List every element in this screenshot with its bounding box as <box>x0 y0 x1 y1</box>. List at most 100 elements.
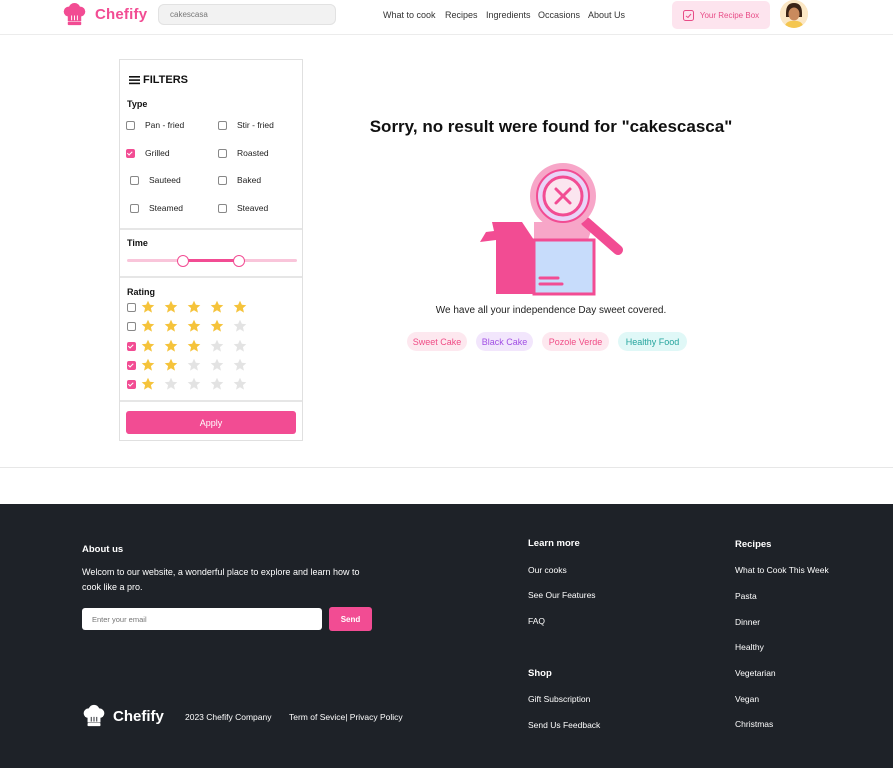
type-option-roasted[interactable]: Roasted <box>218 148 269 158</box>
type-option-steaved[interactable]: Steaved <box>218 203 268 213</box>
star-filled-icon <box>187 319 201 332</box>
type-option-baked[interactable]: Baked <box>218 175 261 185</box>
type-option-label: Roasted <box>237 148 269 158</box>
apply-button[interactable]: Apply <box>126 411 296 434</box>
terms-privacy-link[interactable]: Term of Sevice| Privacy Policy <box>289 712 403 722</box>
star-filled-icon <box>141 339 155 352</box>
site-footer: About us Welcom to our website, a wonder… <box>0 504 893 768</box>
tag-pozole-verde[interactable]: Pozole Verde <box>542 332 609 351</box>
footer-link-healthy[interactable]: Healthy <box>735 642 764 652</box>
star-empty-icon <box>233 339 247 352</box>
rating-checkbox[interactable] <box>127 360 136 370</box>
type-option-grilled[interactable]: Grilled <box>126 148 170 158</box>
star-empty-icon <box>233 319 247 332</box>
star-empty-icon <box>233 358 247 371</box>
time-range-slider[interactable] <box>127 255 297 267</box>
type-checkbox[interactable] <box>130 175 139 185</box>
send-button[interactable]: Send <box>329 607 372 631</box>
type-checkbox[interactable] <box>218 148 227 158</box>
footer-link-vegan[interactable]: Vegan <box>735 694 759 704</box>
copyright-text: 2023 Chefify Company <box>185 712 272 722</box>
rating-option-3-stars[interactable] <box>127 339 256 353</box>
rating-option-5-stars[interactable] <box>127 300 256 314</box>
section-divider <box>120 228 302 230</box>
empty-box-magnifier-illustration <box>480 163 623 296</box>
brand-logo[interactable]: Chefify <box>62 2 147 27</box>
tag-sweet-cake[interactable]: Sweet Cake <box>407 332 467 351</box>
tag-black-cake[interactable]: Black Cake <box>476 332 533 351</box>
type-option-label: Sauteed <box>149 175 181 185</box>
star-empty-icon <box>210 377 224 390</box>
star-filled-icon <box>141 319 155 332</box>
type-option-label: Steaved <box>237 203 269 213</box>
recipe-box-label: Your Recipe Box <box>699 10 760 20</box>
rating-checkbox[interactable] <box>127 321 136 331</box>
slider-max-handle[interactable] <box>233 255 245 267</box>
rating-checkbox[interactable] <box>127 379 136 389</box>
type-checkbox[interactable] <box>218 175 227 185</box>
brand-name: Chefify <box>95 6 148 23</box>
footer-link-vegetarian[interactable]: Vegetarian <box>735 668 776 678</box>
footer-link-our-cooks[interactable]: Our cooks <box>528 565 567 575</box>
rating-option-4-stars[interactable] <box>127 319 256 333</box>
rating-checkbox[interactable] <box>127 341 136 351</box>
footer-link-faq[interactable]: FAQ <box>528 616 545 626</box>
type-checkbox[interactable] <box>126 148 135 158</box>
footer-link-what-to-cook[interactable]: What to Cook This Week <box>735 565 829 575</box>
nav-occasions[interactable]: Occasions <box>538 10 580 20</box>
nav-recipes[interactable]: Recipes <box>445 10 478 20</box>
nav-what-to-cook[interactable]: What to cook <box>383 10 436 20</box>
about-us-text-line-2: cook like a pro. <box>82 582 143 592</box>
filters-panel: FILTERS Type Pan - fried Stir - fried Gr… <box>119 59 303 441</box>
user-avatar-image <box>780 0 808 28</box>
type-option-pan-fried[interactable]: Pan - fried <box>126 120 184 130</box>
star-filled-icon <box>210 300 224 313</box>
star-filled-icon <box>141 358 155 371</box>
star-empty-icon <box>187 358 201 371</box>
recipe-box-button[interactable]: Your Recipe Box <box>672 1 770 29</box>
star-empty-icon <box>210 339 224 352</box>
star-empty-icon <box>233 377 247 390</box>
section-divider <box>120 400 302 402</box>
type-option-steamed[interactable]: Steamed <box>130 203 183 213</box>
star-filled-icon <box>164 358 178 371</box>
content-divider <box>0 467 893 468</box>
user-avatar[interactable] <box>780 0 808 28</box>
footer-link-gift-subscription[interactable]: Gift Subscription <box>528 694 590 704</box>
footer-link-christmas[interactable]: Christmas <box>735 719 773 729</box>
rating-option-2-stars[interactable] <box>127 358 256 372</box>
suggestion-text: We have all your independence Day sweet … <box>435 305 667 316</box>
learn-more-heading: Learn more <box>528 538 580 549</box>
type-checkbox[interactable] <box>218 120 227 130</box>
footer-link-features[interactable]: See Our Features <box>528 590 596 600</box>
shop-heading: Shop <box>528 668 552 679</box>
footer-brand-logo[interactable]: Chefify <box>82 704 164 728</box>
type-option-sauteed[interactable]: Sauteed <box>130 175 181 185</box>
star-filled-icon <box>164 319 178 332</box>
nav-ingredients[interactable]: Ingredients <box>486 10 531 20</box>
footer-link-pasta[interactable]: Pasta <box>735 591 757 601</box>
email-field[interactable] <box>82 608 322 630</box>
star-filled-icon <box>187 300 201 313</box>
time-label: Time <box>127 238 148 248</box>
menu-icon <box>129 76 140 85</box>
type-checkbox[interactable] <box>218 203 227 213</box>
search-input[interactable] <box>158 4 336 25</box>
type-checkbox[interactable] <box>126 120 135 130</box>
type-label: Type <box>127 99 148 109</box>
type-option-label: Pan - fried <box>145 120 185 130</box>
rating-option-1-stars[interactable] <box>127 377 256 391</box>
footer-link-dinner[interactable]: Dinner <box>735 617 760 627</box>
type-checkbox[interactable] <box>130 203 139 213</box>
star-filled-icon <box>141 377 155 390</box>
nav-about-us[interactable]: About Us <box>588 10 625 20</box>
star-filled-icon <box>164 300 178 313</box>
type-option-stir-fried[interactable]: Stir - fried <box>218 120 274 130</box>
footer-link-feedback[interactable]: Send Us Feedback <box>528 720 600 730</box>
slider-min-handle[interactable] <box>177 255 189 267</box>
type-option-label: Steamed <box>149 203 184 213</box>
tag-healthy-food[interactable]: Healthy Food <box>618 332 687 351</box>
filters-title-text: FILTERS <box>143 74 189 86</box>
rating-checkbox[interactable] <box>127 302 136 312</box>
recipe-box-icon <box>682 9 694 21</box>
